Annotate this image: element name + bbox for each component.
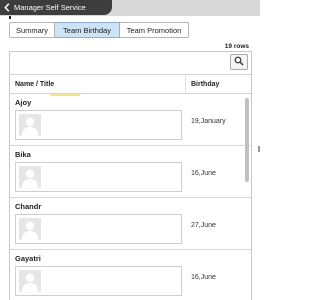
search-icon: [234, 53, 244, 71]
photo-cell: [15, 266, 182, 296]
person-avatar-icon: [19, 114, 41, 136]
tab-summary[interactable]: Summary: [9, 22, 55, 38]
grid-column-header: Name / Title Birthday: [10, 74, 251, 96]
tab-team-promotion[interactable]: Team Promotion: [120, 22, 189, 38]
tab-team-birthday[interactable]: Team Birthday: [55, 22, 120, 38]
employee-name: Gayatri: [15, 254, 41, 263]
birthday-date: 16,June: [191, 274, 216, 281]
search-button[interactable]: [230, 54, 248, 70]
vertical-scrollbar[interactable]: [245, 98, 249, 182]
back-button[interactable]: Manager Self Service: [0, 0, 112, 15]
divider-mark: [9, 16, 11, 19]
person-avatar-icon: [19, 218, 41, 240]
employee-name: Chandr: [15, 202, 42, 211]
edge-handle: [258, 146, 260, 152]
app-root: Manager Self Service Summary Team Birthd…: [0, 0, 260, 300]
photo-cell: [15, 214, 182, 244]
grid-toolbar: [10, 52, 251, 74]
row-count-label: 19 rows: [224, 43, 249, 50]
table-row[interactable]: Ajoy 19,January: [10, 94, 251, 146]
title-bar: Manager Self Service: [0, 0, 260, 16]
table-row[interactable]: Bika 16,June: [10, 146, 251, 198]
grid-rows: Ajoy 19,January Bika 16,June Chandr 27,J…: [10, 94, 251, 300]
birthday-date: 19,January: [191, 118, 226, 125]
photo-cell: [15, 110, 182, 140]
photo-cell: [15, 162, 182, 192]
person-avatar-icon: [19, 166, 41, 188]
table-row[interactable]: Chandr 27,June: [10, 198, 251, 250]
person-avatar-icon: [19, 270, 41, 292]
chevron-left-icon: [4, 3, 10, 12]
birthday-date: 16,June: [191, 170, 216, 177]
tab-bar: Summary Team Birthday Team Promotion: [9, 22, 189, 38]
birthday-grid: Name / Title Birthday Ajoy 19,January Bi…: [9, 51, 252, 300]
column-divider: [185, 75, 186, 93]
page-title: Manager Self Service: [14, 3, 86, 12]
birthday-date: 27,June: [191, 222, 216, 229]
column-name-title[interactable]: Name / Title: [15, 81, 54, 88]
column-birthday[interactable]: Birthday: [191, 81, 219, 88]
table-row[interactable]: Gayatri 16,June: [10, 250, 251, 300]
employee-name: Bika: [15, 150, 31, 159]
employee-name: Ajoy: [15, 98, 32, 107]
